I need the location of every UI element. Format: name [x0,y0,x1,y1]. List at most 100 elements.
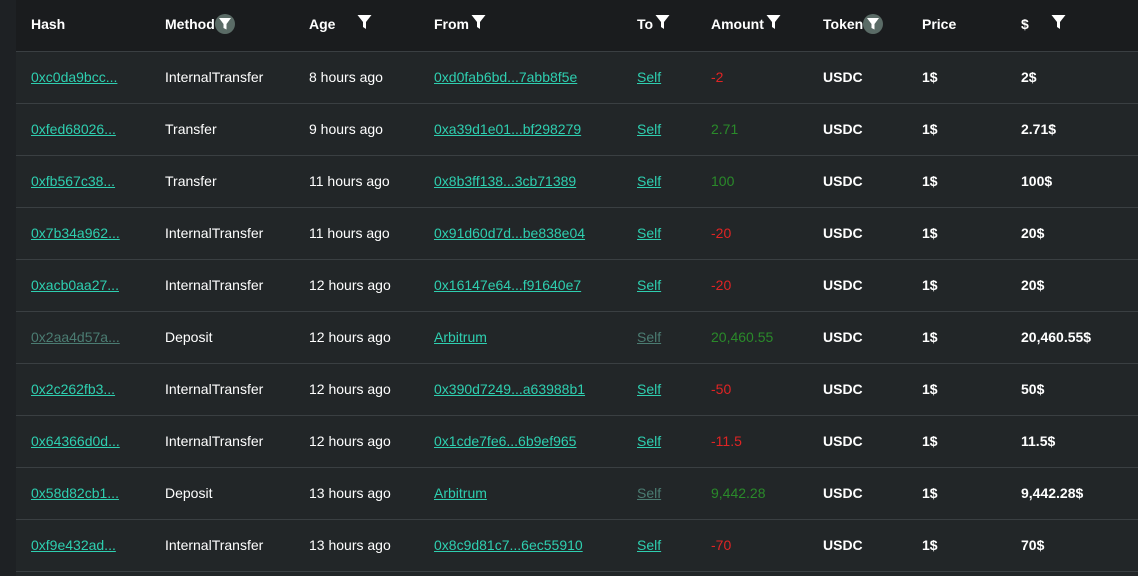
table-row: 0xc0da9bcc... InternalTransfer 8 hours ago… [16,52,1138,104]
tx-to-link[interactable]: Self [637,381,661,397]
table-header: Hash Method Age From To Amount Token Pri… [16,0,1138,52]
tx-to-link[interactable]: Self [637,329,661,345]
tx-hash-link[interactable]: 0xf9e432ad... [31,537,116,553]
page-margin [0,0,16,576]
tx-method: InternalTransfer [165,225,264,241]
tx-hash-link[interactable]: 0x2aa4d57a... [31,329,120,345]
method-filter-icon[interactable] [214,14,235,35]
tx-token: USDC [823,381,863,397]
tx-from-link[interactable]: 0x8b3ff138...3cb71389 [434,173,576,189]
tx-usd-value: 2.71$ [1021,121,1057,137]
tx-from-link[interactable]: Arbitrum [434,329,487,345]
table-row: 0x58d82cb1... Deposit 13 hours ago Arbitrum… [16,468,1138,520]
tx-price: 1$ [922,173,938,189]
tx-age: 8 hours ago [309,69,383,85]
header-hash-label: Hash [31,16,66,32]
tx-price: 1$ [922,381,938,397]
tx-amount: 2.71 [711,121,739,137]
header-amount-label: Amount [711,16,764,32]
tx-method: InternalTransfer [165,277,264,293]
from-filter-icon[interactable] [471,1,486,49]
tx-hash-link[interactable]: 0x64366d0d... [31,433,120,449]
amount-filter-icon[interactable] [766,1,781,49]
tx-hash-link[interactable]: 0x7b34a962... [31,225,120,241]
tx-price: 1$ [922,277,938,293]
tx-token: USDC [823,69,863,85]
tx-price: 1$ [922,537,938,553]
tx-method: InternalTransfer [165,537,264,553]
tx-age: 9 hours ago [309,121,383,137]
header-from-label: From [434,16,469,32]
header-price-label: Price [922,16,957,32]
tx-method: Transfer [165,121,217,137]
header-hash: Hash [31,0,65,48]
header-age-label: Age [309,16,336,32]
table-row: 0xf9e432ad... InternalTransfer 13 hours ag… [16,520,1138,572]
tx-age: 12 hours ago [309,329,391,345]
tx-from-link[interactable]: 0xd0fab6bd...7abb8f5e [434,69,577,85]
tx-from-link[interactable]: 0x16147e64...f91640e7 [434,277,581,293]
tx-hash-link[interactable]: 0xacb0aa27... [31,277,119,293]
tx-to-link[interactable]: Self [637,277,661,293]
tx-token: USDC [823,277,863,293]
tx-usd-value: 20,460.55$ [1021,329,1092,345]
tx-method: Transfer [165,173,217,189]
table-row: 0xfb567c38... Transfer 11 hours ago 0x8b3ff… [16,156,1138,208]
tx-hash-link[interactable]: 0x2c262fb3... [31,381,115,397]
token-filter-icon[interactable] [863,14,884,35]
tx-usd-value: 9,442.28$ [1021,485,1084,501]
tx-to-link[interactable]: Self [637,485,661,501]
tx-age: 12 hours ago [309,433,391,449]
to-filter-icon[interactable] [655,1,670,49]
age-filter-icon[interactable] [357,1,372,49]
tx-usd-value: 11.5$ [1021,433,1056,449]
tx-amount: -11.5 [711,433,742,449]
tx-amount: 9,442.28 [711,485,766,501]
tx-to-link[interactable]: Self [637,225,661,241]
tx-to-link[interactable]: Self [637,173,661,189]
tx-price: 1$ [922,485,938,501]
tx-amount: -50 [711,381,732,397]
header-price: Price [922,0,956,48]
tx-hash-link[interactable]: 0x58d82cb1... [31,485,119,501]
tx-age: 12 hours ago [309,277,391,293]
tx-amount: 100 [711,173,735,189]
tx-amount: -2 [711,69,724,85]
tx-amount: -70 [711,537,732,553]
tx-amount: 20,460.55 [711,329,774,345]
tx-to-link[interactable]: Self [637,433,661,449]
tx-price: 1$ [922,329,938,345]
tx-amount: -20 [711,225,732,241]
tx-hash-link[interactable]: 0xfed68026... [31,121,116,137]
header-token: Token [823,0,884,48]
tx-from-link[interactable]: Arbitrum [434,485,487,501]
tx-to-link[interactable]: Self [637,537,661,553]
tx-usd-value: 70$ [1021,537,1045,553]
usd-filter-icon[interactable] [1051,1,1066,49]
tx-method: InternalTransfer [165,433,264,449]
header-from: From [434,0,486,48]
tx-usd-value: 20$ [1021,277,1045,293]
table-row: 0x7b34a962... InternalTransfer 11 hours ag… [16,208,1138,260]
tx-age: 12 hours ago [309,381,391,397]
tx-from-link[interactable]: 0x390d7249...a63988b1 [434,381,585,397]
tx-price: 1$ [922,121,938,137]
tx-amount: -20 [711,277,732,293]
table-row: 0xacb0aa27... InternalTransfer 12 hours ag… [16,260,1138,312]
header-usd-label: $ [1021,16,1029,32]
tx-to-link[interactable]: Self [637,69,661,85]
tx-from-link[interactable]: 0xa39d1e01...bf298279 [434,121,581,137]
tx-method: Deposit [165,485,213,501]
tx-token: USDC [823,329,863,345]
tx-from-link[interactable]: 0x1cde7fe6...6b9ef965 [434,433,576,449]
tx-hash-link[interactable]: 0xc0da9bcc... [31,69,117,85]
tx-from-link[interactable]: 0x8c9d81c7...6ec55910 [434,537,583,553]
tx-to-link[interactable]: Self [637,121,661,137]
table-row: 0x2aa4d57a... Deposit 12 hours ago Arbitrum… [16,312,1138,364]
tx-from-link[interactable]: 0x91d60d7d...be838e04 [434,225,585,241]
tx-hash-link[interactable]: 0xfb567c38... [31,173,115,189]
tx-age: 11 hours ago [309,173,390,189]
table-row: 0x64366d0d... InternalTransfer 12 hours ag… [16,416,1138,468]
tx-token: USDC [823,225,863,241]
tx-age: 13 hours ago [309,485,391,501]
